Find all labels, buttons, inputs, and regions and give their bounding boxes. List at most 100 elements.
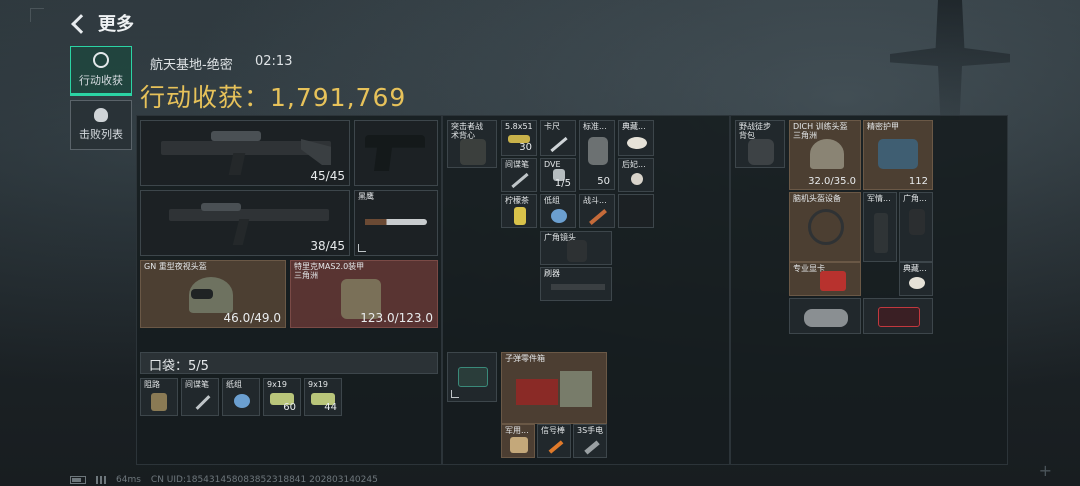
skull-icon bbox=[94, 108, 108, 122]
rig-item[interactable]: DVE 1/5 bbox=[540, 158, 576, 192]
pocket-item[interactable]: 纸组 bbox=[222, 378, 260, 416]
tab-harvest[interactable]: 行动收获 bbox=[70, 46, 132, 96]
item-label: 纸组 bbox=[226, 380, 242, 389]
item-image bbox=[810, 139, 844, 169]
stash-item[interactable]: 专业显卡 bbox=[789, 262, 861, 296]
battery-icon bbox=[70, 476, 86, 484]
stash-item[interactable]: 脑机头盔设备 bbox=[789, 192, 861, 262]
primary-weapon-slot[interactable]: 45/45 bbox=[140, 120, 350, 186]
item-label: 5.8x51 bbox=[505, 122, 533, 131]
stash-item[interactable]: DICH 训练头盔 三角洲 32.0/35.0 bbox=[789, 120, 861, 190]
pocket-item[interactable]: 间谍笔 bbox=[181, 378, 219, 416]
item-label: 野战徒步 背包 bbox=[739, 122, 771, 140]
bag-slot[interactable]: 野战徒步 背包 bbox=[735, 120, 785, 168]
rig-image bbox=[460, 139, 486, 165]
nvg-image bbox=[191, 289, 213, 299]
tab-label: 行动收获 bbox=[79, 74, 123, 87]
backpack-item[interactable]: 信号棒 bbox=[537, 424, 571, 458]
armor-durability: 123.0/123.0 bbox=[360, 311, 433, 325]
item-label: 军情... bbox=[867, 194, 891, 203]
item-count: 1/5 bbox=[554, 178, 571, 189]
rifle-magazine bbox=[228, 153, 246, 175]
item-image bbox=[567, 240, 587, 262]
rig-item[interactable]: 低组 bbox=[540, 194, 576, 228]
weapon-ammo: 45/45 bbox=[310, 169, 345, 183]
rig-item[interactable]: 标准... 50 bbox=[579, 120, 615, 190]
harvest-label: 行动收获： bbox=[140, 83, 271, 112]
rig-item[interactable]: 典藏... bbox=[618, 120, 654, 156]
item-image bbox=[548, 440, 564, 454]
item-label: 刷器 bbox=[544, 269, 560, 278]
backpack-item[interactable]: 3S手电 bbox=[573, 424, 607, 458]
sidearm-slot[interactable] bbox=[354, 120, 438, 186]
stash-item[interactable]: 军情... bbox=[863, 192, 897, 262]
item-label: 信号棒 bbox=[541, 426, 565, 435]
item-label: 典藏... bbox=[622, 122, 646, 131]
weapon-ammo: 38/45 bbox=[310, 239, 345, 253]
lock-mark-icon bbox=[451, 390, 459, 398]
rig-item[interactable]: 柠檬茶 bbox=[501, 194, 537, 228]
frame-plus-icon: + bbox=[1038, 461, 1052, 480]
stash-item[interactable] bbox=[789, 298, 861, 334]
rig-item[interactable]: 卡尺 bbox=[540, 120, 576, 156]
uid-text: CN UID:1854314580838523188​41 20280314​0… bbox=[150, 475, 378, 485]
item-image bbox=[584, 440, 600, 455]
item-label: 柠檬茶 bbox=[505, 196, 529, 205]
pistol-silhouette bbox=[365, 135, 425, 171]
backpack-item[interactable]: 军用... bbox=[501, 424, 535, 458]
item-image bbox=[909, 209, 925, 235]
rig-item[interactable]: 战斗... bbox=[579, 194, 615, 228]
item-label: 卡尺 bbox=[544, 122, 560, 131]
rig-item[interactable]: 广角镜头 bbox=[540, 231, 612, 265]
item-image bbox=[820, 271, 846, 291]
back-arrow-icon[interactable] bbox=[70, 13, 90, 33]
item-count: 60 bbox=[283, 402, 296, 413]
item-label: 间谍笔 bbox=[185, 380, 209, 389]
item-count: 112 bbox=[908, 176, 928, 187]
melee-label: 黑鹰 bbox=[358, 192, 374, 201]
item-image bbox=[808, 209, 844, 245]
part-box-image bbox=[560, 371, 592, 407]
page-title: 更多 bbox=[98, 14, 134, 35]
helmet-slot[interactable]: GN 重型夜视头盔 46.0/49.0 bbox=[140, 260, 286, 328]
helmet-label: GN 重型夜视头盔 bbox=[144, 262, 207, 271]
item-image bbox=[551, 209, 567, 223]
armor-slot[interactable]: 特里克MAS2.0装甲 三角洲 123.0/123.0 bbox=[290, 260, 438, 328]
empty-slot[interactable] bbox=[618, 194, 654, 228]
item-count: 44 bbox=[324, 402, 337, 413]
rifle-scope bbox=[201, 203, 241, 211]
item-label: 阻路 bbox=[144, 380, 160, 389]
backpack-container-slot[interactable] bbox=[447, 352, 497, 402]
stash-item[interactable] bbox=[863, 298, 933, 334]
rig-item[interactable]: 刷器 bbox=[540, 267, 612, 301]
chest-rig-slot[interactable]: 突击者战 术背心 bbox=[447, 120, 497, 168]
item-image bbox=[514, 207, 526, 225]
backpack-box-slot[interactable]: 子弹零件箱 bbox=[501, 352, 607, 424]
stash-item[interactable]: 广角... bbox=[899, 192, 933, 262]
item-image bbox=[195, 395, 211, 410]
item-label: 子弹零件箱 bbox=[505, 354, 545, 363]
item-image bbox=[551, 284, 605, 290]
item-image bbox=[511, 172, 529, 189]
stash-item[interactable]: 典藏... bbox=[899, 262, 933, 296]
item-label: 9x19 bbox=[308, 380, 329, 389]
ammo-box-image bbox=[516, 379, 558, 405]
helmet-durability: 46.0/49.0 bbox=[223, 311, 281, 325]
pocket-item[interactable]: 阻路 bbox=[140, 378, 178, 416]
stash-item[interactable]: 精密护甲 112 bbox=[863, 120, 933, 190]
pocket-item[interactable]: 9x19 60 bbox=[263, 378, 301, 416]
status-footer: 64ms CN UID:1854314580838523188​41 20280… bbox=[70, 475, 378, 485]
tab-kill-list[interactable]: 击败列表 bbox=[70, 100, 132, 150]
signal-icon bbox=[96, 476, 106, 484]
case-image bbox=[458, 367, 488, 387]
pocket-item[interactable]: 9x19 44 bbox=[304, 378, 342, 416]
melee-slot[interactable]: 黑鹰 bbox=[354, 190, 438, 256]
item-label: 标准... bbox=[583, 122, 607, 131]
item-label: 典藏... bbox=[903, 264, 927, 273]
secondary-weapon-slot[interactable]: 38/45 bbox=[140, 190, 350, 256]
item-image bbox=[804, 309, 848, 327]
item-image bbox=[234, 394, 250, 408]
rig-item[interactable]: 5.8x51 30 bbox=[501, 120, 537, 156]
rig-item[interactable]: 后妃... bbox=[618, 158, 654, 192]
rig-item[interactable]: 间谍笔 bbox=[501, 158, 537, 192]
